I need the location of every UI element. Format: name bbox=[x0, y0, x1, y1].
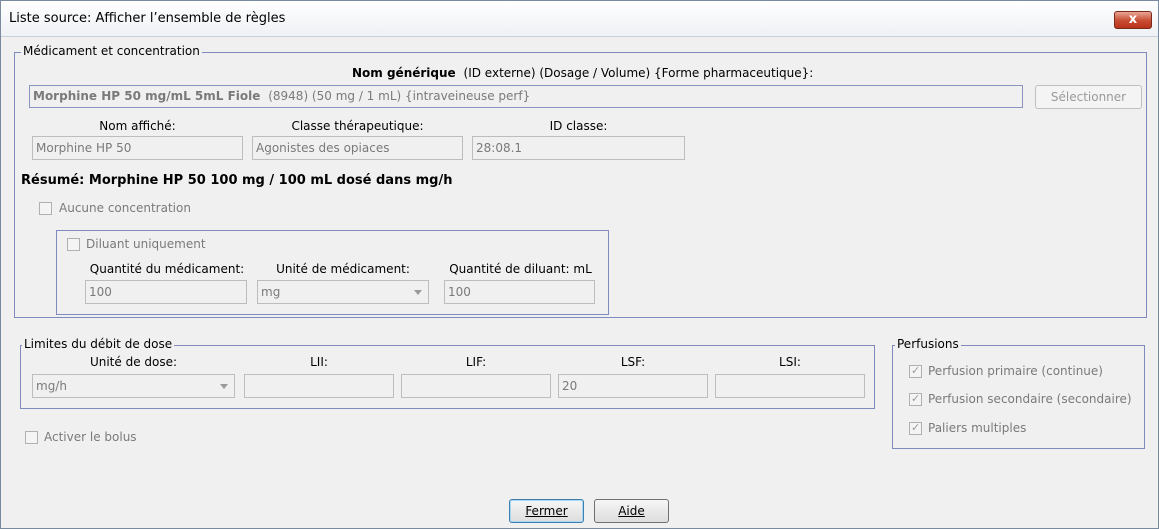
drug-amount-label: Quantité du médicament: bbox=[89, 262, 245, 276]
enable-bolus-label: Activer le bolus bbox=[44, 430, 137, 444]
secondary-infusion-checkbox[interactable] bbox=[909, 392, 922, 406]
select-button[interactable]: Sélectionner bbox=[1035, 85, 1142, 109]
diluent-only-checkbox[interactable] bbox=[67, 238, 80, 251]
lsf-label: LSF: bbox=[620, 355, 646, 369]
drug-unit-label: Unité de médicament: bbox=[276, 262, 410, 276]
close-window-button[interactable]: x bbox=[1114, 11, 1152, 29]
diluent-amount-field: 100 bbox=[444, 280, 595, 304]
help-button[interactable]: Aide bbox=[594, 499, 669, 523]
class-id-field: 28:08.1 bbox=[472, 136, 685, 160]
display-name-field: Morphine HP 50 bbox=[32, 136, 243, 160]
lii-label: LII: bbox=[310, 355, 328, 369]
medication-group-legend: Médicament et concentration bbox=[21, 44, 202, 58]
no-concentration-checkbox[interactable] bbox=[39, 202, 52, 215]
no-concentration-label: Aucune concentration bbox=[59, 201, 191, 215]
multistep-checkbox[interactable] bbox=[909, 421, 922, 435]
close-button[interactable]: Fermer bbox=[509, 499, 584, 523]
drug-amount-field: 100 bbox=[85, 280, 247, 304]
secondary-infusion-label: Perfusion secondaire (secondaire) bbox=[928, 392, 1132, 406]
primary-infusion-checkbox[interactable] bbox=[909, 364, 922, 378]
window-title: Liste source: Afficher l’ensemble de règ… bbox=[9, 11, 286, 26]
dialog-window: Liste source: Afficher l’ensemble de règ… bbox=[0, 0, 1159, 529]
multistep-label: Paliers multiples bbox=[928, 421, 1027, 435]
chevron-down-icon bbox=[220, 384, 228, 389]
lsf-field: 20 bbox=[558, 374, 708, 398]
dose-limits-group-legend: Limites du débit de dose bbox=[22, 337, 175, 351]
display-name-label: Nom affiché: bbox=[99, 119, 176, 133]
lif-label: LIF: bbox=[465, 355, 487, 369]
chevron-down-icon bbox=[414, 290, 422, 295]
title-bar: Liste source: Afficher l’ensemble de règ… bbox=[1, 1, 1158, 37]
summary-text: Résumé: Morphine HP 50 100 mg / 100 mL d… bbox=[21, 173, 453, 188]
diluent-amount-label: Quantité de diluant: mL bbox=[449, 262, 592, 276]
generic-name-field: Morphine HP 50 mg/mL 5mL Fiole (8948) (5… bbox=[29, 85, 1023, 108]
dose-unit-label: Unité de dose: bbox=[89, 355, 178, 369]
class-id-label: ID classe: bbox=[549, 119, 608, 133]
lif-field bbox=[401, 374, 551, 398]
dose-unit-combo[interactable]: mg/h bbox=[32, 374, 235, 398]
enable-bolus-checkbox[interactable] bbox=[25, 431, 38, 444]
lsi-label: LSI: bbox=[779, 355, 801, 369]
lsi-field bbox=[715, 374, 865, 398]
generic-name-header: Nom générique (ID externe) (Dosage / Vol… bbox=[352, 66, 814, 80]
diluent-only-label: Diluant uniquement bbox=[86, 237, 206, 251]
therapeutic-class-label: Classe thérapeutique: bbox=[291, 119, 424, 133]
drug-unit-combo[interactable]: mg bbox=[257, 280, 429, 304]
primary-infusion-label: Perfusion primaire (continue) bbox=[928, 364, 1103, 378]
infusions-group-legend: Perfusions bbox=[895, 337, 961, 351]
therapeutic-class-field: Agonistes des opiaces bbox=[252, 136, 463, 160]
lii-field bbox=[244, 374, 394, 398]
